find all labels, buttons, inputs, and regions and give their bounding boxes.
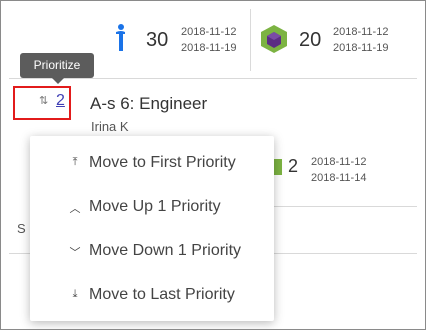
menu-item-move-first[interactable]: ⤒ Move to First Priority [30, 144, 274, 188]
priority-menu: ⤒ Move to First Priority ︿ Move Up 1 Pri… [30, 136, 274, 321]
task-date-start: 2018-11-12 [311, 156, 367, 168]
chevron-down-icon: ﹀ [69, 247, 81, 259]
priority-number-link[interactable]: 2 [56, 92, 65, 110]
task-assignee: Irina K [91, 119, 129, 134]
partial-row-label: S [17, 221, 26, 236]
move-to-top-icon: ⤒ [72, 156, 78, 168]
menu-item-label: Move Up 1 Priority [89, 198, 221, 215]
screenshot-frame: 30 2018-11-12 2018-11-19 20 2018-11-12 2… [0, 0, 426, 330]
header-column-divider [250, 9, 251, 71]
status-icon [274, 159, 282, 175]
sort-arrows-icon: ⇅ [39, 95, 48, 107]
menu-item-label: Move to First Priority [89, 154, 236, 171]
header-divider [9, 78, 417, 79]
stat-date-start-1: 2018-11-12 [181, 26, 237, 38]
prioritize-tooltip: Prioritize [20, 53, 94, 84]
chevron-up-icon: ︿ [69, 203, 81, 215]
task-value: 2 [288, 156, 299, 176]
menu-item-move-up[interactable]: ︿ Move Up 1 Priority [30, 188, 274, 232]
move-to-bottom-icon: ⤓ [72, 288, 78, 300]
menu-item-move-last[interactable]: ⤓ Move to Last Priority [30, 276, 274, 320]
stat-date-start-2: 2018-11-12 [333, 26, 389, 38]
task-date-end: 2018-11-14 [311, 172, 367, 184]
menu-item-label: Move to Last Priority [89, 286, 235, 303]
task-title[interactable]: A-s 6: Engineer [90, 94, 207, 114]
hexagon-cube-icon [260, 24, 288, 54]
info-icon [113, 23, 129, 53]
stat-value-1: 30 [146, 29, 169, 51]
stat-date-end-2: 2018-11-19 [333, 42, 389, 54]
prioritize-button[interactable]: ⇅ 2 [13, 86, 71, 120]
stat-date-end-1: 2018-11-19 [181, 42, 237, 54]
menu-item-move-down[interactable]: ﹀ Move Down 1 Priority [30, 232, 274, 276]
row-divider [271, 206, 417, 207]
menu-item-label: Move Down 1 Priority [89, 242, 242, 259]
stat-value-2: 20 [299, 29, 322, 51]
